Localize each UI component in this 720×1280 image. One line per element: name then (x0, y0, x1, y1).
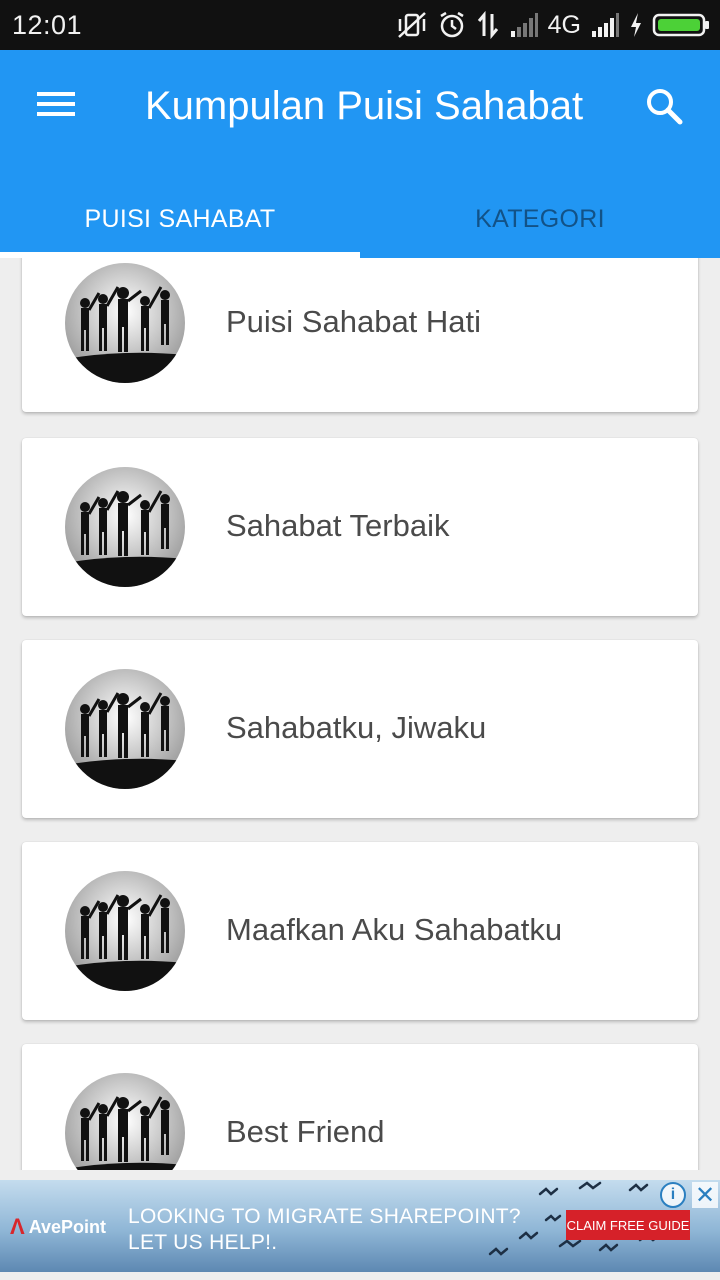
tab-label: KATEGORI (475, 204, 605, 233)
vibrate-off-icon (396, 10, 428, 40)
friends-silhouette-thumbnail (65, 467, 185, 587)
close-icon[interactable]: ✕ (692, 1182, 718, 1209)
signal-weak-icon (509, 11, 539, 39)
ad-brand-name: AvePoint (28, 1216, 107, 1237)
item-title: Sahabat Terbaik (226, 508, 450, 543)
status-time: 12:01 (12, 10, 83, 40)
hamburger-menu-icon (36, 88, 76, 125)
tab-puisi-sahabat[interactable]: PUISI SAHABAT (0, 180, 360, 258)
list-item[interactable]: Maafkan Aku Sahabatku (22, 842, 698, 1020)
list-item[interactable]: Best Friend (22, 1044, 698, 1170)
charging-icon (629, 11, 643, 39)
tab-kategori[interactable]: KATEGORI (360, 180, 720, 258)
menu-button[interactable] (28, 82, 84, 130)
avepoint-logo-icon: Λ (10, 1214, 25, 1239)
item-title: Sahabatku, Jiwaku (226, 710, 487, 745)
friends-silhouette-thumbnail (65, 263, 185, 383)
search-button[interactable] (636, 80, 692, 136)
friends-silhouette-thumbnail (65, 871, 185, 991)
list-item[interactable]: Sahabat Terbaik (22, 438, 698, 616)
network-type: 4G (547, 10, 581, 39)
friends-silhouette-thumbnail (65, 669, 185, 789)
poem-list[interactable]: Puisi Sahabat Hati Sahabat Terbaik Sahab… (0, 258, 720, 1170)
ad-line-2: LET US HELP!. (128, 1231, 278, 1254)
item-title: Maafkan Aku Sahabatku (226, 912, 563, 947)
alarm-icon (437, 10, 467, 40)
item-title: Puisi Sahabat Hati (226, 304, 482, 339)
status-bar: 12:01 4G (0, 0, 720, 50)
item-title: Best Friend (226, 1114, 385, 1149)
data-transfer-icon (476, 10, 500, 40)
tab-bar: PUISI SAHABAT KATEGORI (0, 180, 720, 258)
signal-strong-icon (590, 11, 620, 39)
friends-silhouette-thumbnail (65, 1073, 185, 1170)
app-title: Kumpulan Puisi Sahabat (145, 84, 584, 128)
ad-headline: LOOKING TO MIGRATE SHAREPOINT? LET US HE… (128, 1204, 521, 1256)
ad-info-icon[interactable]: i (660, 1182, 686, 1208)
claim-free-guide-button[interactable]: CLAIM FREE GUIDE (566, 1210, 690, 1240)
list-item[interactable]: Sahabatku, Jiwaku (22, 640, 698, 818)
ad-brand-logo: Λ AvePoint (10, 1214, 106, 1240)
list-item[interactable]: Puisi Sahabat Hati (22, 258, 698, 412)
status-icons: 4G (396, 8, 710, 42)
app-bar: Kumpulan Puisi Sahabat PUISI SAHABAT KAT… (0, 50, 720, 258)
ad-banner[interactable]: Λ AvePoint LOOKING TO MIGRATE SHAREPOINT… (0, 1180, 720, 1272)
battery-icon (652, 12, 710, 38)
search-icon (644, 86, 684, 131)
bottom-strip (0, 1272, 720, 1280)
ad-line-1: LOOKING TO MIGRATE SHAREPOINT? (128, 1205, 521, 1228)
tab-label: PUISI SAHABAT (84, 204, 276, 233)
